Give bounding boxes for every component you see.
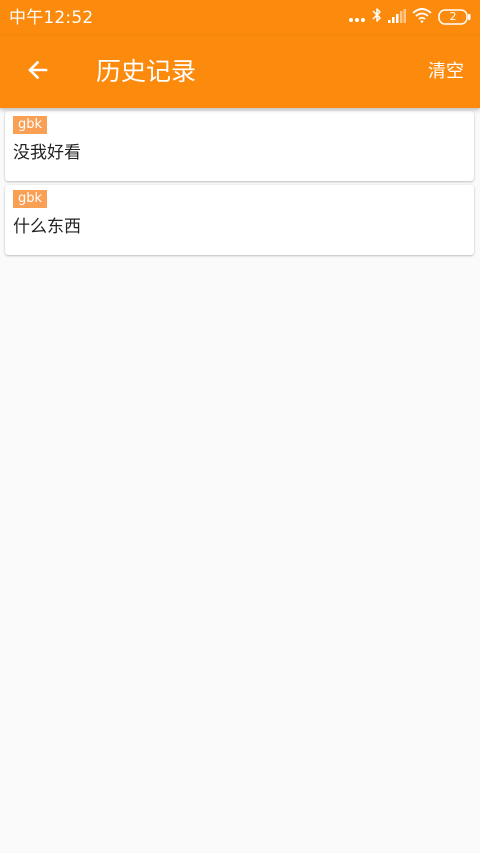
encoding-badge: gbk: [13, 116, 48, 134]
history-item[interactable]: gbk 什么东西: [5, 185, 474, 255]
history-text: 没我好看: [13, 143, 81, 163]
page-title: 历史记录: [96, 57, 197, 86]
status-bar: 中午12:52 2: [0, 0, 480, 36]
status-icons: 2: [348, 6, 472, 28]
app-bar: 历史记录 清空: [0, 36, 480, 108]
history-item[interactable]: gbk 没我好看: [5, 111, 474, 181]
encoding-badge: gbk: [13, 190, 48, 208]
more-dots-icon: [348, 8, 366, 27]
status-time: 中午12:52: [9, 8, 94, 28]
bluetooth-icon: [372, 7, 382, 27]
back-button[interactable]: [14, 48, 62, 96]
battery-level: 2: [449, 10, 457, 23]
wifi-icon: [412, 7, 432, 27]
history-text: 什么东西: [13, 217, 81, 237]
arrow-left-icon: [26, 58, 50, 86]
signal-icon: [388, 8, 406, 27]
clear-button[interactable]: 清空: [428, 60, 464, 84]
battery-icon: 2: [438, 9, 472, 25]
